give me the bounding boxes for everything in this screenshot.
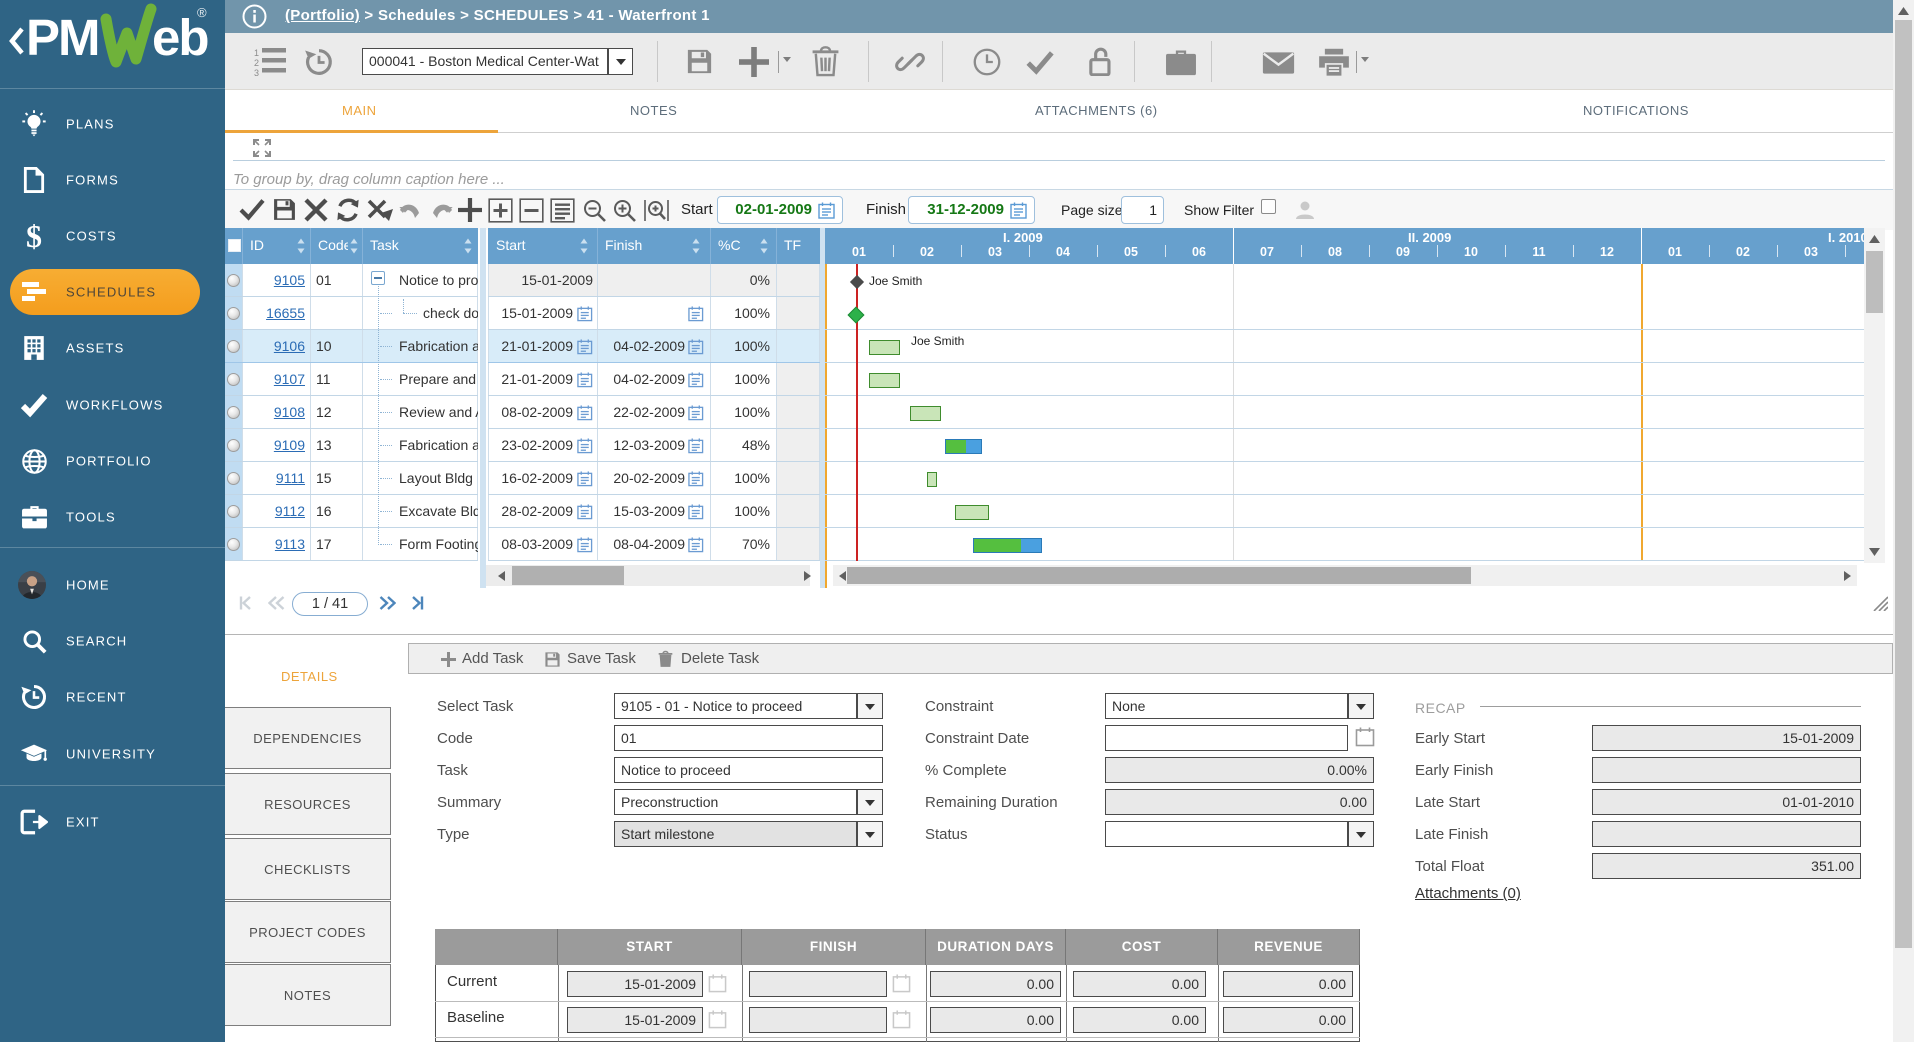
svg-text:1: 1 — [254, 48, 259, 58]
svg-text:3: 3 — [254, 68, 259, 77]
svg-text:2: 2 — [254, 58, 259, 68]
